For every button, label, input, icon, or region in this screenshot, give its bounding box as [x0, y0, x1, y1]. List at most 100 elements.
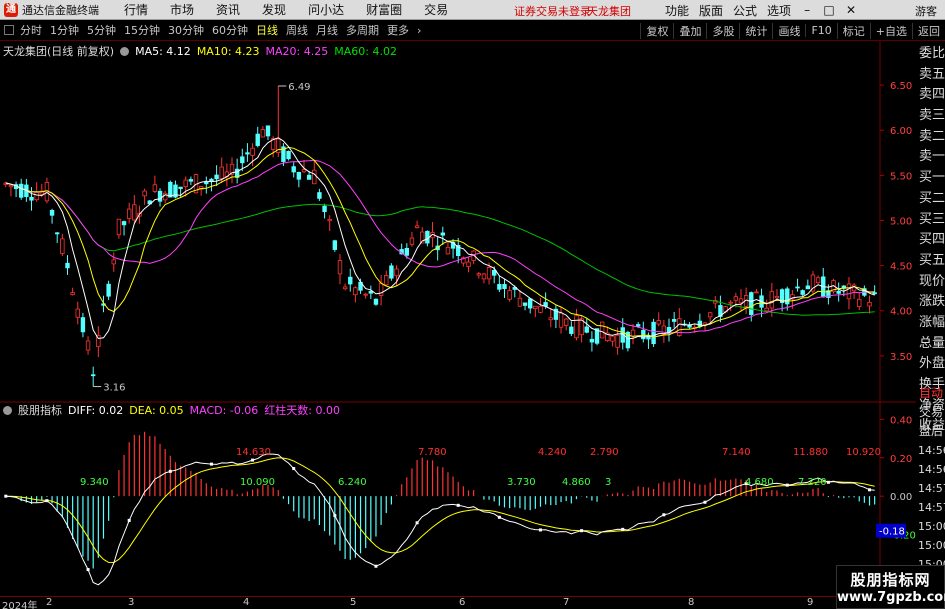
candle-body — [764, 307, 769, 312]
side-item[interactable]: 委比 — [916, 44, 945, 65]
indicator-settings-icon[interactable] — [3, 405, 12, 415]
side-tab[interactable]: 自动 — [916, 384, 945, 403]
low-label: 3.16 — [103, 383, 125, 394]
chevron-right-icon[interactable]: › — [413, 24, 425, 37]
candle-body — [65, 262, 70, 269]
candle-body — [214, 174, 219, 180]
candle-body — [34, 191, 39, 201]
menu-item-formula[interactable]: 公式 — [728, 2, 762, 19]
adjust-button[interactable]: 复权 — [640, 22, 673, 39]
macd-annotation-red: 2.790 — [590, 447, 619, 458]
candle-body — [630, 329, 636, 337]
period-tab-1min[interactable]: 1分钟 — [46, 22, 83, 38]
side-item[interactable]: 外盘 — [916, 354, 945, 375]
side-item[interactable]: 买一 — [916, 168, 945, 189]
candle-body — [497, 284, 502, 290]
guest-label[interactable]: 游客 — [915, 3, 937, 19]
stock-title: 天龙集团(日线 前复权) — [3, 45, 115, 58]
side-tab[interactable]: 交易 — [916, 403, 945, 422]
overlay-button[interactable]: 叠加 — [673, 22, 706, 39]
diff-marker — [703, 500, 707, 504]
period-tab-multi[interactable]: 多周期 — [342, 22, 383, 38]
trade-time: 14:56 — [918, 444, 945, 457]
menu-item-ask[interactable]: 问小达 — [297, 1, 355, 18]
y-tick-label: 3.50 — [890, 352, 912, 363]
period-tab-monthly[interactable]: 月线 — [312, 22, 342, 38]
macd-annotation-green: 9.340 — [80, 477, 109, 488]
menu-item-discover[interactable]: 发现 — [251, 1, 297, 18]
side-item[interactable]: 总量 — [916, 334, 945, 355]
menu-item-trade[interactable]: 交易 — [413, 1, 459, 18]
side-item[interactable]: 买五 — [916, 251, 945, 272]
close-icon[interactable]: ✕ — [840, 3, 862, 17]
candle-body — [769, 291, 775, 309]
candle-body — [584, 326, 589, 333]
statistics-button[interactable]: 统计 — [739, 22, 772, 39]
f10-button[interactable]: F10 — [805, 24, 836, 37]
menu-item-layout[interactable]: 版面 — [694, 2, 728, 19]
side-item[interactable]: 卖一 — [916, 147, 945, 168]
x-tick-label: 9 — [807, 597, 814, 608]
period-tab-weekly[interactable]: 周线 — [282, 22, 312, 38]
candle-body — [795, 286, 800, 289]
candle-body — [569, 326, 574, 334]
macd-y-tick-label: 0.00 — [890, 492, 912, 503]
minimize-icon[interactable]: – — [796, 3, 818, 17]
menu-item-market[interactable]: 市场 — [159, 1, 205, 18]
x-tick-label: 2 — [46, 597, 53, 608]
side-item[interactable]: 卖五 — [916, 65, 945, 86]
watermark-logo: 股朋指标网 www.7gpzb.com — [836, 565, 945, 609]
candle-body — [373, 298, 379, 305]
period-tab-30min[interactable]: 30分钟 — [164, 22, 208, 38]
period-tab-15min[interactable]: 15分钟 — [120, 22, 164, 38]
macd-annotation-green: 4.680 — [745, 477, 774, 488]
period-tab-5min[interactable]: 5分钟 — [83, 22, 120, 38]
ma10-line — [5, 146, 875, 338]
side-item[interactable]: 卖三 — [916, 106, 945, 127]
side-item[interactable]: 买三 — [916, 210, 945, 231]
restore-icon[interactable]: □ — [818, 3, 840, 17]
period-toolbar: 分时 1分钟 5分钟 15分钟 30分钟 60分钟 日线 周线 月线 多周期 更… — [0, 20, 945, 41]
back-button[interactable]: 返回 — [912, 22, 945, 39]
mark-button[interactable]: 标记 — [836, 22, 870, 39]
kline-chart[interactable]: 6.50 6.00 5.50 5.00 4.50 4.00 3.50 0.40 0.20 0.00… — [0, 41, 916, 596]
add-watchlist-button[interactable]: +自选 — [869, 22, 912, 39]
side-item[interactable]: 现价 — [916, 272, 945, 293]
y-tick-label: 5.00 — [890, 216, 912, 227]
side-tab[interactable]: 盘后 — [916, 422, 945, 441]
settings-icon[interactable] — [120, 46, 130, 56]
candle-body — [738, 298, 744, 304]
side-item[interactable]: 买二 — [916, 189, 945, 210]
diff-marker — [456, 503, 460, 507]
current-value-label: -0.18 — [879, 527, 905, 538]
menu-item-options[interactable]: 选项 — [762, 2, 796, 19]
period-tab-more[interactable]: 更多 — [383, 22, 413, 38]
candle-body — [774, 295, 780, 299]
candle-body — [75, 308, 80, 318]
menu-item-quotes[interactable]: 行情 — [113, 1, 159, 18]
indicator-title[interactable]: 股朋指标 — [18, 402, 62, 418]
y-tick-label: 6.50 — [890, 81, 912, 92]
period-tab-intraday[interactable]: 分时 — [16, 22, 46, 38]
menu-item-news[interactable]: 资讯 — [205, 1, 251, 18]
side-item[interactable]: 卖二 — [916, 127, 945, 148]
macd-label: MACD: -0.06 — [189, 403, 259, 417]
period-tab-daily[interactable]: 日线 — [252, 22, 282, 38]
side-item[interactable]: 卖四 — [916, 85, 945, 106]
trade-time: 14:56 — [918, 463, 945, 476]
menu-item-function[interactable]: 功能 — [660, 2, 694, 19]
side-item[interactable]: 涨幅 — [916, 313, 945, 334]
menu-bar: 通 通达信金融终端 行情 市场 资讯 发现 问小达 财富圈 交易 证券交易未登录… — [0, 0, 945, 20]
period-tab-60min[interactable]: 60分钟 — [208, 22, 252, 38]
ma20-label: MA20: 4.25 — [265, 44, 329, 58]
candle-body — [476, 273, 481, 276]
login-status[interactable]: 证券交易未登录 — [514, 3, 591, 19]
menu-item-wealth[interactable]: 财富圈 — [355, 1, 413, 18]
draw-line-button[interactable]: 画线 — [772, 22, 805, 39]
side-item[interactable]: 买四 — [916, 230, 945, 251]
side-item[interactable]: 涨跌 — [916, 292, 945, 313]
multi-stock-button[interactable]: 多股 — [706, 22, 739, 39]
price-panel-header: 天龙集团(日线 前复权) MA5: 4.12 MA10: 4.23 MA20: … — [3, 44, 403, 59]
candle-body — [55, 232, 60, 235]
panel-checkbox[interactable] — [4, 25, 14, 35]
